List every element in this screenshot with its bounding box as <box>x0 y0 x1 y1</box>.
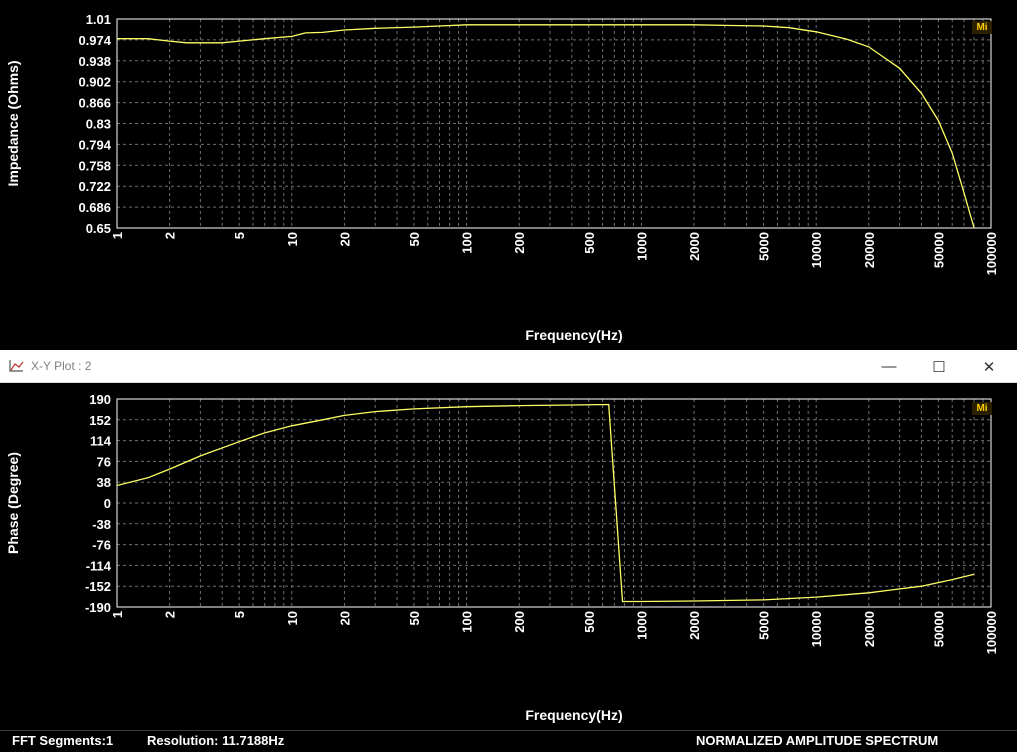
resolution-label: Resolution: 11.7188Hz <box>147 733 285 748</box>
x-tick-label: 100000 <box>984 611 999 654</box>
x-tick-label: 5 <box>232 611 247 618</box>
x-tick-label: 50 <box>407 611 422 625</box>
x-tick-label: 10000 <box>809 611 824 647</box>
y-tick-label: 0.686 <box>78 200 111 215</box>
y-tick-label: 0.83 <box>86 117 111 132</box>
impedance-chart: 1.01 0.974 0.938 0.902 0.866 0.83 0.794 0.758 0.… <box>5 12 999 343</box>
y-tick-label: -152 <box>85 579 111 594</box>
x-tick-label: 1 <box>110 232 125 239</box>
y-tick-label: 0.974 <box>78 33 111 48</box>
x-tick-label: 2000 <box>687 611 702 640</box>
y-axis-label: Impedance (Ohms) <box>5 60 21 186</box>
window-title: X-Y Plot : 2 <box>31 359 92 373</box>
y-tick-label: 1.01 <box>86 12 111 27</box>
y-tick-label: 0.902 <box>78 75 111 90</box>
xy-plot-icon <box>9 360 24 372</box>
x-tick-label: 20000 <box>862 232 877 268</box>
x-tick-label: 10 <box>285 611 300 625</box>
x-tick-label: 2 <box>163 232 178 239</box>
x-tick-label: 50000 <box>931 611 946 647</box>
x-tick-label: 20 <box>337 611 352 625</box>
x-axis-label: Frequency(Hz) <box>525 707 622 723</box>
y-tick-label: -190 <box>85 600 111 615</box>
y-tick-label: 0.758 <box>78 158 111 173</box>
x-tick-label: 200 <box>512 611 527 633</box>
data-series-line <box>117 24 975 229</box>
x-tick-label: 10000 <box>809 232 824 268</box>
y-tick-label: 0.722 <box>78 179 111 194</box>
x-tick-label: 100 <box>460 232 475 254</box>
mi-badge[interactable]: Mi <box>972 21 992 34</box>
plot-frame <box>116 18 992 229</box>
y-tick-label: -76 <box>92 538 111 553</box>
x-tick-label: 1000 <box>634 611 649 640</box>
y-tick-label: 0.866 <box>78 96 111 111</box>
x-tick-label: 10 <box>285 232 300 246</box>
phase-chart: 190 152 114 76 38 0 -38 -76 -114 -152 -190 1 2 5 10 20 5… <box>5 392 999 723</box>
x-tick-label: 5000 <box>757 232 772 261</box>
x-tick-label: 5000 <box>757 611 772 640</box>
x-tick-label: 500 <box>582 611 597 633</box>
x-tick-label: 100 <box>460 611 475 633</box>
fft-segments-label: FFT Segments:1 <box>12 733 114 748</box>
y-tick-label: 0.794 <box>78 137 111 152</box>
window-titlebar[interactable]: X-Y Plot : 2 — ☐ ✕ <box>0 350 1017 383</box>
y-tick-label: -38 <box>92 517 111 532</box>
minimize-button[interactable]: — <box>864 350 914 383</box>
status-bar: FFT Segments:1 Resolution: 11.7188Hz NOR… <box>0 730 1017 752</box>
x-tick-label: 20 <box>337 232 352 246</box>
y-tick-label: 152 <box>89 413 111 428</box>
maximize-button[interactable]: ☐ <box>914 350 964 383</box>
y-tick-label: 0 <box>104 496 111 511</box>
y-tick-label: 114 <box>90 434 112 449</box>
close-button[interactable]: ✕ <box>964 350 1014 383</box>
y-tick-label: -114 <box>86 558 112 573</box>
x-axis-label: Frequency(Hz) <box>525 327 622 343</box>
y-tick-label: 0.65 <box>86 221 111 236</box>
x-tick-label: 100000 <box>984 232 999 275</box>
x-tick-label: 500 <box>582 232 597 254</box>
x-tick-label: 50000 <box>931 232 946 268</box>
x-tick-label: 5 <box>232 232 247 239</box>
x-tick-label: 2 <box>163 611 178 618</box>
y-tick-label: 0.938 <box>78 54 111 69</box>
x-tick-label: 50 <box>407 232 422 246</box>
x-tick-label: 1000 <box>634 232 649 261</box>
x-tick-label: 2000 <box>687 232 702 261</box>
spectrum-mode-label: NORMALIZED AMPLITUDE SPECTRUM <box>696 733 939 748</box>
y-tick-label: 38 <box>97 475 111 490</box>
plot-frame <box>116 398 992 608</box>
y-tick-label: 76 <box>97 454 111 469</box>
impedance-plot-panel: 1.01 0.974 0.938 0.902 0.866 0.83 0.794 0.758 0.… <box>0 0 1017 350</box>
x-tick-label: 20000 <box>862 611 877 647</box>
y-tick-label: 190 <box>89 392 111 407</box>
x-tick-label: 200 <box>512 232 527 254</box>
y-axis-label: Phase (Degree) <box>5 452 21 554</box>
phase-plot-panel: 190 152 114 76 38 0 -38 -76 -114 -152 -190 1 2 5 10 20 5… <box>0 383 1017 730</box>
x-tick-label: 1 <box>110 611 125 618</box>
mi-badge[interactable]: Mi <box>972 402 992 415</box>
